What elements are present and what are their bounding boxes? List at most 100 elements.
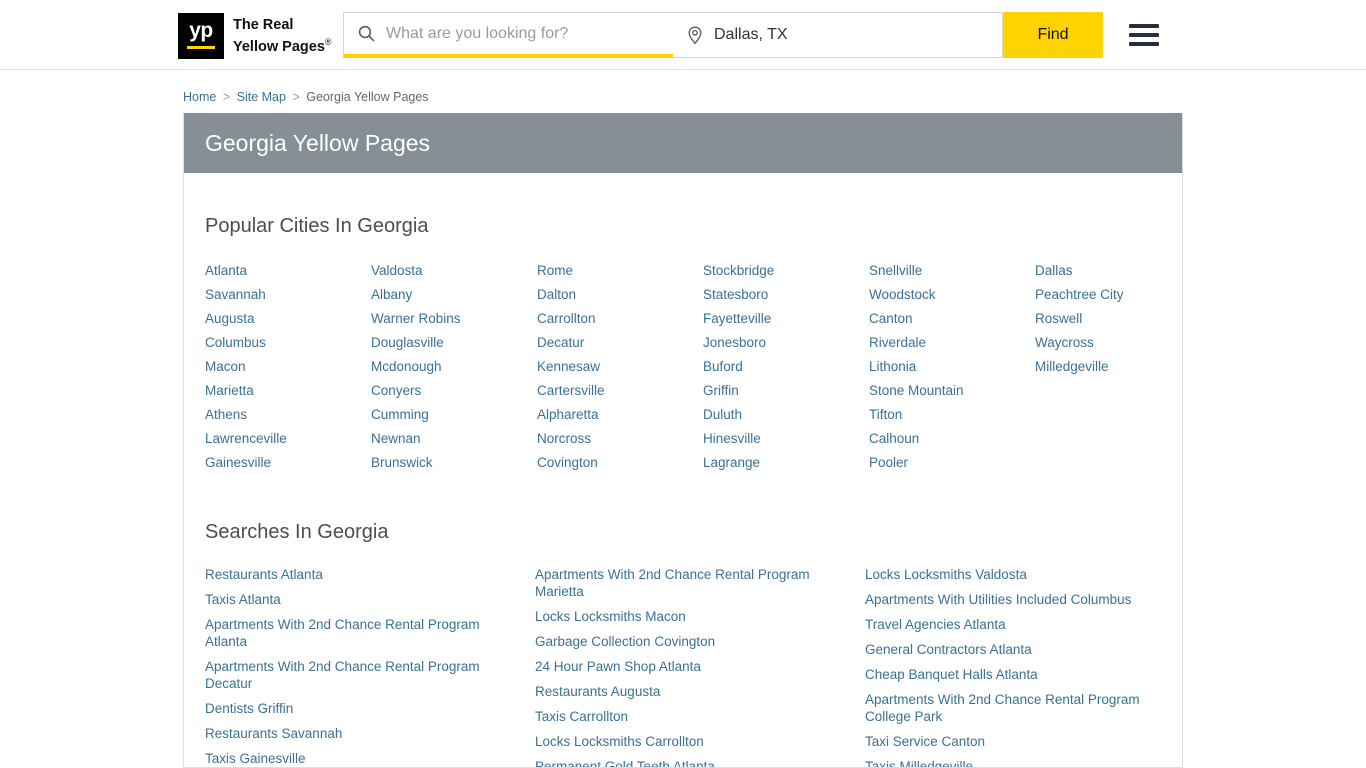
city-link[interactable]: Calhoun: [869, 431, 1035, 447]
city-link[interactable]: Dallas: [1035, 263, 1182, 279]
city-link[interactable]: Griffin: [703, 383, 869, 399]
city-link[interactable]: Milledgeville: [1035, 359, 1182, 375]
breadcrumb-item-home[interactable]: Home: [183, 90, 216, 104]
city-link[interactable]: Pooler: [869, 455, 1035, 471]
site-logo[interactable]: yp The Real Yellow Pages®: [178, 13, 332, 59]
city-link[interactable]: Covington: [537, 455, 703, 471]
city-link[interactable]: Warner Robins: [371, 311, 537, 327]
popular-cities-grid: Atlanta Savannah Augusta Columbus Macon Marie…: [205, 263, 1161, 479]
search-link[interactable]: Apartments With 2nd Chance Rental Progra…: [205, 658, 521, 692]
city-link[interactable]: Snellville: [869, 263, 1035, 279]
popular-cities-column-4: Stockbridge Statesboro Fayetteville Jonesbo…: [703, 263, 869, 479]
city-link[interactable]: Decatur: [537, 335, 703, 351]
logo-tagline-line2: Yellow Pages: [233, 38, 325, 55]
city-link[interactable]: Douglasville: [371, 335, 537, 351]
search-link[interactable]: Travel Agencies Atlanta: [865, 616, 1181, 633]
city-link[interactable]: Buford: [703, 359, 869, 375]
search-input[interactable]: [386, 24, 659, 43]
city-link[interactable]: Gainesville: [205, 455, 371, 471]
city-link[interactable]: Alpharetta: [537, 407, 703, 423]
search-link[interactable]: Garbage Collection Covington: [535, 633, 851, 650]
hamburger-bar-2: [1129, 33, 1159, 37]
search-icon: [358, 25, 375, 42]
city-link[interactable]: Rome: [537, 263, 703, 279]
find-button[interactable]: Find: [1003, 12, 1103, 58]
city-link[interactable]: Kennesaw: [537, 359, 703, 375]
city-link[interactable]: Stockbridge: [703, 263, 869, 279]
city-link[interactable]: Marietta: [205, 383, 371, 399]
logo-tagline-line1: The Real: [233, 16, 294, 33]
city-link[interactable]: Stone Mountain: [869, 383, 1035, 399]
city-link[interactable]: Roswell: [1035, 311, 1182, 327]
city-link[interactable]: Mcdonough: [371, 359, 537, 375]
map-pin-icon: [688, 26, 702, 44]
search-link[interactable]: Dentists Griffin: [205, 700, 521, 717]
search-link[interactable]: Locks Locksmiths Macon: [535, 608, 851, 625]
city-link[interactable]: Conyers: [371, 383, 537, 399]
search-link[interactable]: Restaurants Atlanta: [205, 566, 521, 583]
city-link[interactable]: Carrollton: [537, 311, 703, 327]
city-link[interactable]: Woodstock: [869, 287, 1035, 303]
search-link[interactable]: Apartments With 2nd Chance Rental Progra…: [205, 616, 521, 650]
city-link[interactable]: Columbus: [205, 335, 371, 351]
search-link[interactable]: Apartments With Utilities Included Colum…: [865, 591, 1181, 608]
search-link[interactable]: Locks Locksmiths Carrollton: [535, 733, 851, 750]
search-link[interactable]: Apartments With 2nd Chance Rental Progra…: [535, 566, 851, 600]
city-link[interactable]: Valdosta: [371, 263, 537, 279]
city-link[interactable]: Augusta: [205, 311, 371, 327]
search-link[interactable]: Restaurants Savannah: [205, 725, 521, 742]
hamburger-bar-3: [1129, 42, 1159, 46]
city-link[interactable]: Duluth: [703, 407, 869, 423]
hamburger-bar-1: [1129, 24, 1159, 28]
city-link[interactable]: Fayetteville: [703, 311, 869, 327]
popular-cities-heading: Popular Cities In Georgia: [205, 215, 429, 237]
breadcrumb-item-site-map[interactable]: Site Map: [237, 90, 286, 104]
search-link[interactable]: Taxi Service Canton: [865, 733, 1181, 750]
content-card: Georgia Yellow Pages Popular Cities In G…: [183, 113, 1183, 768]
popular-cities-column-5: Snellville Woodstock Canton Riverdale Lithon…: [869, 263, 1035, 479]
hamburger-menu-icon[interactable]: [1129, 24, 1159, 46]
search-link[interactable]: Taxis Milledgeville: [865, 758, 1181, 767]
search-link[interactable]: Taxis Atlanta: [205, 591, 521, 608]
city-link[interactable]: Lagrange: [703, 455, 869, 471]
city-link[interactable]: Canton: [869, 311, 1035, 327]
search-link[interactable]: Restaurants Augusta: [535, 683, 851, 700]
logo-tagline: The Real Yellow Pages®: [233, 17, 332, 56]
search-link[interactable]: Apartments With 2nd Chance Rental Progra…: [865, 691, 1181, 725]
search-term-field[interactable]: [343, 12, 673, 58]
popular-cities-column-2: Valdosta Albany Warner Robins Douglasville M…: [371, 263, 537, 479]
city-link[interactable]: Cartersville: [537, 383, 703, 399]
search-link[interactable]: Taxis Carrollton: [535, 708, 851, 725]
city-link[interactable]: Brunswick: [371, 455, 537, 471]
search-link[interactable]: Taxis Gainesville: [205, 750, 521, 767]
city-link[interactable]: Jonesboro: [703, 335, 869, 351]
yp-logo-letters: yp: [189, 19, 213, 42]
city-link[interactable]: Macon: [205, 359, 371, 375]
search-link[interactable]: Cheap Banquet Halls Atlanta: [865, 666, 1181, 683]
city-link[interactable]: Peachtree City: [1035, 287, 1182, 303]
searches-heading: Searches In Georgia: [205, 521, 389, 543]
search-link[interactable]: Locks Locksmiths Valdosta: [865, 566, 1181, 583]
breadcrumb: Home > Site Map > Georgia Yellow Pages: [183, 90, 429, 104]
search-link[interactable]: General Contractors Atlanta: [865, 641, 1181, 658]
city-link[interactable]: Albany: [371, 287, 537, 303]
city-link[interactable]: Hinesville: [703, 431, 869, 447]
location-field[interactable]: [673, 12, 1003, 58]
city-link[interactable]: Lawrenceville: [205, 431, 371, 447]
search-link[interactable]: 24 Hour Pawn Shop Atlanta: [535, 658, 851, 675]
search-link[interactable]: Permanent Gold Teeth Atlanta: [535, 758, 851, 767]
city-link[interactable]: Lithonia: [869, 359, 1035, 375]
city-link[interactable]: Riverdale: [869, 335, 1035, 351]
city-link[interactable]: Athens: [205, 407, 371, 423]
city-link[interactable]: Cumming: [371, 407, 537, 423]
city-link[interactable]: Norcross: [537, 431, 703, 447]
popular-cities-column-3: Rome Dalton Carrollton Decatur Kennesaw Carte…: [537, 263, 703, 479]
city-link[interactable]: Dalton: [537, 287, 703, 303]
city-link[interactable]: Atlanta: [205, 263, 371, 279]
city-link[interactable]: Waycross: [1035, 335, 1182, 351]
city-link[interactable]: Newnan: [371, 431, 537, 447]
city-link[interactable]: Statesboro: [703, 287, 869, 303]
city-link[interactable]: Savannah: [205, 287, 371, 303]
location-input[interactable]: [714, 26, 988, 44]
city-link[interactable]: Tifton: [869, 407, 1035, 423]
